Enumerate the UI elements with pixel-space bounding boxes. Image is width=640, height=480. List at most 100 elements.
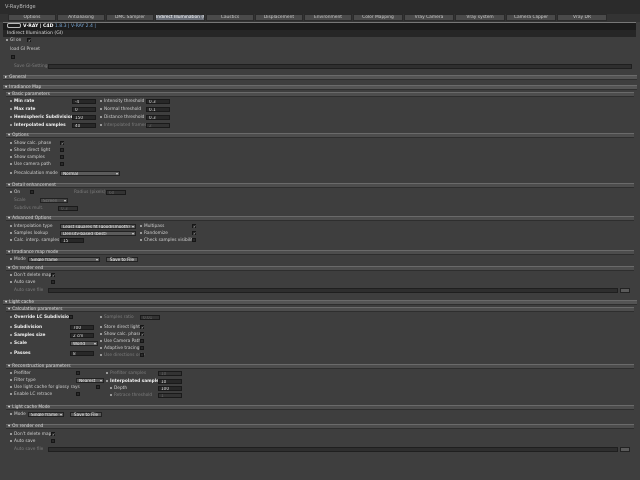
calc-interp-field[interactable]: 15 [60,238,84,243]
hsph-field[interactable]: 150 [72,115,96,120]
enable-retrace-checkbox[interactable] [76,392,80,396]
multipass-checkbox[interactable]: ✓ [192,224,196,229]
collapse-arrow-icon: ▾ [8,92,11,97]
subsection-irradiance-mode[interactable]: ▾ Irradiance map mode [6,250,634,255]
subsection-light-cache-mode[interactable]: ▾ Light cache Mode [6,405,634,410]
brand-version: 1.8.3 | V-RAY 2.4 | [54,24,96,29]
subsection-advanced-options[interactable]: ▾ Advanced Options [6,216,634,221]
filter-type-dropdown[interactable]: Nearest [76,378,104,383]
lc-subdivision-field[interactable]: 700 [70,325,94,330]
distance-threshold-field[interactable]: 0.3 [146,115,170,120]
lc-mode-dropdown[interactable]: Single frame [28,412,64,417]
brand-header: V·RAY | C4D 1.8.3 | V-RAY 2.4 | [3,22,636,30]
irr-mode-dropdown[interactable]: Single frame [28,257,100,262]
irr-dont-delete-label: Don't delete map [10,273,51,278]
override-lc-checkbox[interactable] [69,315,73,319]
subsection-irr-on-render-end[interactable]: ▾ On render end [6,266,634,271]
retrace-threshold-field[interactable]: 1 [158,393,182,398]
detail-on-checkbox[interactable] [30,190,34,194]
tab-indirect-illumination[interactable]: Indirect Illumination (GI) [155,14,205,21]
tab-environment[interactable]: Environment [304,14,352,21]
load-preset-checkbox[interactable] [11,55,15,59]
save-settings-label: Save GI-Settings [14,64,50,69]
tab-options[interactable]: Options [8,14,56,21]
lc-browse-button[interactable] [620,447,630,452]
show-calc-checkbox[interactable]: ✓ [60,141,64,146]
tab-caustics[interactable]: Caustics [206,14,254,21]
irr-auto-save-checkbox[interactable] [51,280,55,284]
prefilter-samples-field[interactable]: 10 [158,371,182,376]
randomize-checkbox[interactable]: ✓ [192,231,196,236]
collapse-arrow-icon: ▾ [5,300,8,305]
subdivs-mult-field[interactable]: 0.3 [58,206,78,211]
adaptive-tracing-checkbox[interactable] [140,346,144,350]
subsection-calculation-parameters[interactable]: ▾ Calculation parameters [6,307,634,312]
use-camera-path-checkbox[interactable] [60,162,64,166]
lc-save-to-file-button[interactable]: Save to File [70,412,102,417]
lc-auto-save-checkbox[interactable] [51,439,55,443]
override-lc-label: Override LC Subdivision [10,315,72,320]
use-glossy-checkbox[interactable] [96,385,100,389]
tab-vray-system[interactable]: Vray system [455,14,505,21]
precalc-mode-dropdown[interactable]: Normal [60,171,120,176]
collapse-arrow-icon: ▾ [8,250,11,255]
show-samples-checkbox[interactable] [60,155,64,159]
min-rate-field[interactable]: -4 [72,99,96,104]
lc-show-calc-checkbox[interactable]: ✓ [140,332,144,337]
brand-product: | C4D [39,24,54,29]
lc-subdivision-label: Subdivision [10,325,42,330]
detail-scale-dropdown[interactable]: Screen [40,198,68,203]
interp-samples-label: Interpolated samples [10,123,66,128]
intensity-threshold-field[interactable]: 0.3 [146,99,170,104]
irr-dont-delete-checkbox[interactable]: ✓ [51,273,55,278]
lc-auto-save-file-field[interactable] [48,447,618,452]
max-rate-label: Max rate [10,107,35,112]
max-rate-field[interactable]: 0 [72,107,96,112]
section-general[interactable]: ▸ General [3,75,637,80]
lc-interp-samples-field[interactable]: 10 [158,379,182,384]
sample-lookup-dropdown[interactable]: Density-based (best) [60,231,136,236]
tab-displacement[interactable]: Displacement [255,14,303,21]
tab-vray-camera[interactable]: Vray Camera [404,14,454,21]
interp-samples-field[interactable]: 40 [72,123,96,128]
lc-scale-dropdown[interactable]: World [70,341,98,346]
tab-antialiasing[interactable]: Antialiasing [57,14,105,21]
irr-auto-save-file-field[interactable] [48,288,618,293]
lc-sample-size-field[interactable]: 2 cm [70,333,94,338]
normal-threshold-field[interactable]: 0.1 [146,107,170,112]
show-direct-checkbox[interactable] [60,148,64,152]
save-settings-field[interactable] [48,64,632,69]
interp-type-dropdown[interactable]: Least squares fit (good/smooth) [60,224,136,229]
tab-camera-clipper[interactable]: Camera Clipper [506,14,556,21]
check-visibility-checkbox[interactable] [192,238,196,242]
prefilter-checkbox[interactable] [76,371,80,375]
subsection-reconstruction-parameters[interactable]: ▾ Reconstruction parameters [6,364,634,369]
subsection-lc-on-render-end[interactable]: ▾ On render end [6,424,634,429]
vray-logo-icon [7,23,21,28]
adaptive-tracing-label: Adaptive tracing [100,346,139,351]
irr-save-to-file-button[interactable]: Save to File [106,257,138,262]
subsection-basic-parameters[interactable]: ▾ Basic parameters [6,92,634,97]
directions-only-checkbox[interactable] [140,353,144,357]
tab-color-mapping[interactable]: Color Mapping [353,14,403,21]
tab-vray-dr[interactable]: Vray DR [557,14,607,21]
lc-camera-path-checkbox[interactable] [140,339,144,343]
section-irradiance-map[interactable]: ▾ Irradiance Map [3,85,637,90]
enable-retrace-label: Enable LC retrace [10,392,52,397]
subsection-detail-enhancement[interactable]: ▾ Detail enhancement [6,183,634,188]
subsection-options[interactable]: ▾ Options [6,133,634,138]
gi-on-checkbox[interactable]: ✓ [27,38,31,43]
samples-ratio-field[interactable]: 0.01 [140,315,160,320]
tab-dmc-sampler[interactable]: DMC Sampler [106,14,154,21]
store-direct-checkbox[interactable]: ✓ [140,325,144,330]
lc-passes-field[interactable]: 8 [70,351,94,356]
interp-frames-field[interactable]: 2 [146,123,170,128]
section-light-cache[interactable]: ▾ Light cache [3,300,637,305]
calc-interp-label: Calc. interp. samples [10,238,59,243]
detail-radius-field[interactable]: 60 [106,190,126,195]
interp-type-label: Interpolation type [10,224,52,229]
irr-browse-button[interactable] [620,288,630,293]
depth-field[interactable]: 100 [158,386,182,391]
tab-bar: Options Antialiasing DMC Sampler Indirec… [0,14,640,22]
lc-dont-delete-checkbox[interactable]: ✓ [51,432,55,437]
